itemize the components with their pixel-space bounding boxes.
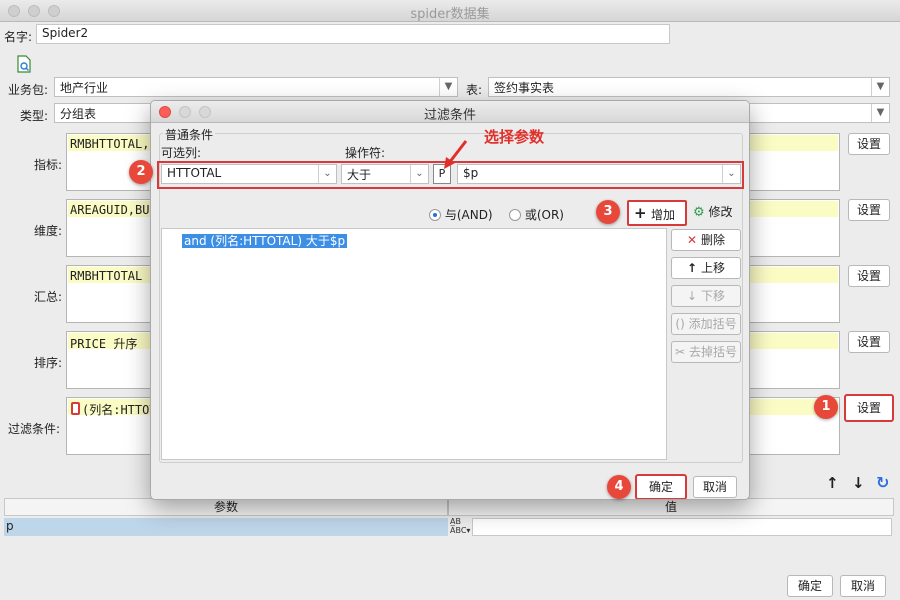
table-value: 签约事实表 (494, 81, 555, 95)
value-header-label: 值 (664, 500, 677, 514)
name-label: 名字: (4, 30, 33, 44)
or-label: 或(OR) (524, 208, 564, 222)
step-badge-4: 4 (607, 475, 631, 499)
arrow-down-icon: ↓ (687, 289, 698, 303)
callout-label: 选择参数 (484, 128, 545, 146)
radio-selected-icon (429, 209, 441, 221)
dialog-cancel-button[interactable]: 取消 (693, 476, 737, 498)
plus-icon: + (634, 204, 647, 222)
package-select[interactable]: 地产行业 ▼ (54, 77, 458, 97)
filter-value: (列名:HTTOT (82, 403, 157, 417)
main-ok-button[interactable]: 确定 (787, 575, 833, 597)
move-up-icon[interactable]: ↑ (826, 474, 839, 492)
value-column-header: 值 (448, 498, 894, 516)
window-title: spider数据集 (410, 7, 490, 22)
step-badge-1: 1 (814, 395, 838, 419)
param-value-cell[interactable] (472, 518, 892, 536)
step-badge-3: 3 (596, 200, 620, 224)
filter-settings-button[interactable]: 设置 (844, 394, 894, 422)
bracket-icon: () (675, 317, 685, 331)
dimension-settings-button[interactable]: 设置 (848, 199, 890, 221)
dimension-value: AREAGUID,BUG (70, 203, 157, 217)
move-down-label: 下移 (700, 289, 725, 303)
type-label: 类型: (20, 109, 49, 123)
main-cancel-button[interactable]: 取消 (840, 575, 886, 597)
condition-list[interactable]: and (列名:HTTOTAL) 大于$p (161, 228, 667, 460)
dimension-label: 维度: (34, 224, 63, 238)
move-down-icon[interactable]: ↓ (852, 474, 865, 492)
column-select[interactable]: HTTOTAL ⌄ (161, 164, 337, 184)
add-button[interactable]: + 增加 (627, 200, 687, 226)
filter-label: 过滤条件: (8, 422, 61, 436)
sort-value: PRICE 升序 (70, 337, 138, 351)
param-cell[interactable]: p (4, 518, 448, 536)
param-name: p (6, 519, 14, 533)
edit-label: 修改 (708, 205, 733, 219)
window-titlebar: spider数据集 (0, 0, 900, 22)
chevron-down-icon: ▼ (871, 104, 889, 122)
condition-item-text: and (列名:HTTOTAL) 大于$p (182, 234, 348, 248)
remove-bracket-icon: ✂ (675, 345, 686, 359)
metric-settings-button[interactable]: 设置 (848, 133, 890, 155)
value-select[interactable]: $p ⌄ (457, 164, 741, 184)
package-label: 业务包: (8, 83, 49, 97)
and-radio[interactable]: 与(AND) (429, 206, 493, 223)
remove-bracket-button[interactable]: ✂ 去掉括号 (671, 341, 741, 363)
type-value: 分组表 (60, 107, 97, 121)
add-bracket-button[interactable]: () 添加括号 (671, 313, 741, 335)
move-up-label: 上移 (700, 261, 725, 275)
chevron-down-icon: ⌄ (410, 165, 428, 183)
group-title: 普通条件 (163, 126, 216, 143)
edit-icon: ⚙ (693, 205, 705, 220)
dialog-titlebar: 过滤条件 (151, 101, 749, 123)
metric-label: 指标: (34, 158, 63, 172)
dialog-title: 过滤条件 (423, 108, 476, 123)
operator-label: 操作符: (345, 146, 386, 160)
dialog-ok-button[interactable]: 确定 (635, 474, 687, 499)
condition-item[interactable]: and (列名:HTTOTAL) 大于$p (182, 232, 348, 249)
summary-settings-button[interactable]: 设置 (848, 265, 890, 287)
column-label: 可选列: (161, 146, 202, 160)
table-label: 表: (466, 83, 483, 97)
edit-button[interactable]: ⚙ 修改 (693, 203, 733, 220)
metric-value: RMBHTTOTAL, (70, 137, 150, 151)
add-label: 增加 (651, 208, 676, 222)
add-bracket-label: 添加括号 (688, 317, 737, 331)
refresh-icon[interactable]: ↻ (876, 473, 889, 492)
table-select[interactable]: 签约事实表 ▼ (488, 77, 890, 97)
or-radio[interactable]: 或(OR) (509, 206, 564, 223)
summary-label: 汇总: (34, 290, 63, 304)
abc-type-icon[interactable]: A̲B ABC▾ (450, 517, 470, 537)
summary-value: RMBHTTOTAL (70, 269, 143, 283)
param-header-label: 参数 (213, 500, 238, 514)
condition-icon (71, 402, 80, 415)
sort-label: 排序: (34, 356, 63, 370)
preview-icon[interactable] (16, 55, 32, 73)
callout-arrow-icon (440, 138, 470, 172)
package-value: 地产行业 (60, 81, 109, 95)
sort-settings-button[interactable]: 设置 (848, 331, 890, 353)
move-up-button[interactable]: ↑ 上移 (671, 257, 741, 279)
delete-button[interactable]: ✕ 删除 (671, 229, 741, 251)
step-badge-2: 2 (129, 160, 153, 184)
chevron-down-icon: ⌄ (722, 165, 740, 183)
move-down-button[interactable]: ↓ 下移 (671, 285, 741, 307)
chevron-down-icon: ▼ (871, 78, 889, 96)
arrow-up-icon: ↑ (687, 261, 698, 275)
delete-x-icon: ✕ (687, 233, 698, 247)
delete-label: 删除 (700, 233, 725, 247)
column-value: HTTOTAL (167, 166, 222, 180)
chevron-down-icon: ▼ (439, 78, 457, 96)
name-input[interactable]: Spider2 (36, 24, 670, 44)
remove-bracket-label: 去掉括号 (688, 345, 737, 359)
param-column-header: 参数 (4, 498, 448, 516)
radio-unselected-icon (509, 209, 521, 221)
operator-select[interactable]: 大于 ⌄ (341, 164, 429, 184)
operator-value: 大于 (347, 168, 372, 182)
chevron-down-icon: ⌄ (318, 165, 336, 183)
and-label: 与(AND) (444, 208, 493, 222)
